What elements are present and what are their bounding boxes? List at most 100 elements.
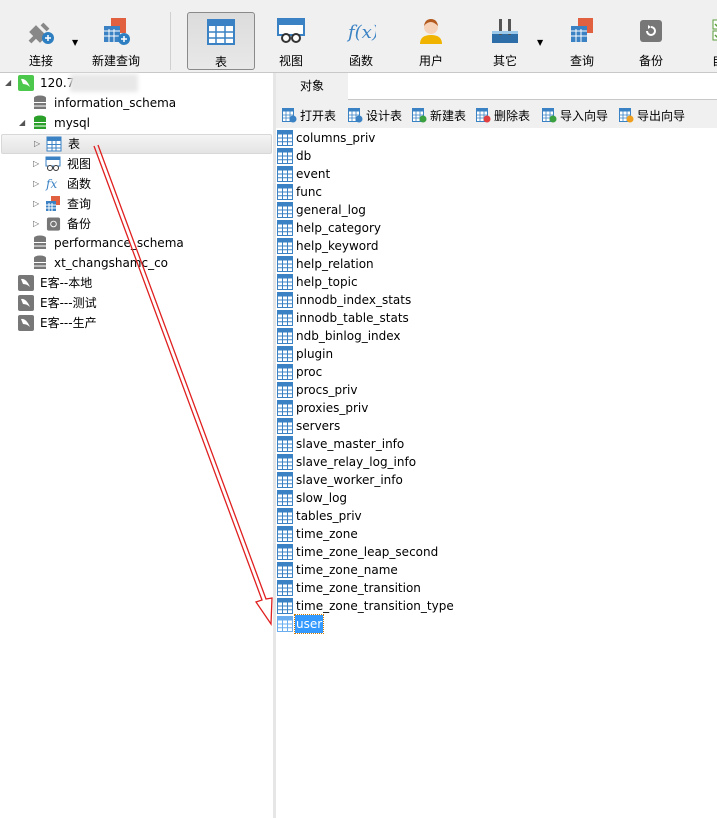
tree-db-mysql[interactable]: ◢ mysql bbox=[0, 113, 273, 133]
other-button[interactable]: 其它 bbox=[471, 12, 539, 70]
toolbar-separator bbox=[170, 12, 171, 70]
table-icon bbox=[277, 382, 293, 398]
table-icon bbox=[277, 490, 293, 506]
tab-objects[interactable]: 对象 bbox=[276, 73, 348, 100]
tree-db-information-schema[interactable]: information_schema bbox=[0, 93, 273, 113]
table-name: tables_priv bbox=[296, 509, 362, 523]
backup-button[interactable]: 备份 bbox=[617, 12, 685, 70]
backup-icon bbox=[640, 20, 662, 42]
collapse-icon[interactable]: ◢ bbox=[19, 113, 25, 133]
view-icon bbox=[277, 18, 305, 43]
database-icon bbox=[34, 95, 46, 109]
tools-icon bbox=[492, 19, 518, 43]
table-name: time_zone bbox=[296, 527, 358, 541]
table-icon bbox=[277, 526, 293, 542]
database-icon bbox=[34, 255, 46, 269]
table-icon bbox=[277, 436, 293, 452]
table-icon bbox=[277, 598, 293, 614]
import-wizard-button[interactable]: 导入向导 bbox=[540, 107, 608, 125]
tab-area bbox=[348, 73, 717, 99]
tree-item-tables[interactable]: ▷ 表 bbox=[1, 134, 272, 154]
tree-item-views[interactable]: ▷ 视图 bbox=[0, 154, 273, 174]
table-icon bbox=[277, 238, 293, 254]
connect-dropdown-arrow[interactable]: ▼ bbox=[72, 38, 78, 47]
table-icon bbox=[277, 256, 293, 272]
table-name: slave_worker_info bbox=[296, 473, 403, 487]
expand-icon[interactable]: ▷ bbox=[33, 154, 39, 174]
expand-icon[interactable]: ▷ bbox=[33, 214, 39, 234]
tab-bar: 对象 bbox=[276, 73, 717, 100]
table-name: ndb_binlog_index bbox=[296, 329, 401, 343]
table-icon bbox=[277, 508, 293, 524]
tree-item-queries[interactable]: ▷ 查询 bbox=[0, 194, 273, 214]
object-panel: 对象 打开表 设计表 新建表 删除表 导入向导 导出向导 columns_privdb ev… bbox=[276, 73, 717, 818]
action-label: 设计表 bbox=[366, 109, 403, 123]
action-label: 打开表 bbox=[300, 109, 337, 123]
tree-connection-main[interactable]: ◢ 120.7 bbox=[0, 73, 273, 93]
connect-button[interactable]: 连接 bbox=[7, 12, 75, 70]
table-name: proc bbox=[296, 365, 323, 379]
function-button[interactable]: f(x) 函数 bbox=[327, 12, 395, 70]
table-name: time_zone_transition_type bbox=[296, 599, 454, 613]
table-icon bbox=[277, 562, 293, 578]
table-icon bbox=[277, 220, 293, 236]
tree-connection-production[interactable]: E客---生产 bbox=[0, 313, 273, 333]
new-query-button[interactable]: 新建查询 bbox=[82, 12, 150, 70]
tree-connection-local[interactable]: E客--本地 bbox=[0, 273, 273, 293]
view-button[interactable]: 视图 bbox=[257, 12, 325, 70]
query-icon bbox=[46, 196, 60, 211]
table-button[interactable]: 表 bbox=[187, 12, 255, 70]
table-icon bbox=[277, 202, 293, 218]
user-button[interactable]: 用户 bbox=[397, 12, 465, 70]
tree-item-backups[interactable]: ▷ 备份 bbox=[0, 214, 273, 234]
export-wizard-button[interactable]: 导出向导 bbox=[617, 107, 685, 125]
new-query-icon bbox=[104, 18, 130, 45]
redacted-host bbox=[70, 74, 138, 92]
table-icon bbox=[277, 166, 293, 182]
expand-icon[interactable]: ▷ bbox=[33, 174, 39, 194]
table-icon bbox=[277, 130, 293, 146]
mysql-connection-icon bbox=[18, 295, 34, 311]
query-icon bbox=[571, 18, 593, 42]
design-table-button[interactable]: 设计表 bbox=[346, 107, 402, 125]
table-name: help_relation bbox=[296, 257, 374, 271]
new-table-button[interactable]: 新建表 bbox=[410, 107, 466, 125]
table-name: func bbox=[296, 185, 323, 199]
svg-text:f(x): f(x) bbox=[346, 22, 376, 43]
connection-tree[interactable]: ◢ 120.7 information_schema ◢ mysql ▷ 表 ▷… bbox=[0, 73, 273, 818]
tree-db-xt-changshamc-co[interactable]: xt_changshamc_co bbox=[0, 253, 273, 273]
function-icon: f(x) bbox=[346, 22, 376, 43]
automation-button[interactable]: 自动 bbox=[690, 12, 717, 70]
table-name: innodb_index_stats bbox=[296, 293, 412, 307]
tree-db-performance-schema[interactable]: performance_schema bbox=[0, 233, 273, 253]
query-button[interactable]: 查询 bbox=[548, 12, 616, 70]
user-icon bbox=[420, 19, 442, 44]
table-icon bbox=[277, 148, 293, 164]
other-dropdown-arrow[interactable]: ▼ bbox=[537, 38, 543, 47]
table-icon bbox=[277, 400, 293, 416]
collapse-icon[interactable]: ◢ bbox=[5, 73, 11, 93]
tree-connection-test[interactable]: E客---测试 bbox=[0, 293, 273, 313]
view-icon bbox=[45, 156, 61, 171]
table-name: db bbox=[296, 149, 312, 163]
automation-icon bbox=[712, 19, 717, 41]
expand-icon[interactable]: ▷ bbox=[33, 194, 39, 214]
delete-table-button[interactable]: 删除表 bbox=[474, 107, 530, 125]
table-name: help_keyword bbox=[296, 239, 379, 253]
table-icon bbox=[277, 274, 293, 290]
table-name: event bbox=[296, 167, 331, 181]
table-name: innodb_table_stats bbox=[296, 311, 409, 325]
function-icon: fx bbox=[46, 177, 58, 191]
table-name: columns_priv bbox=[296, 131, 376, 145]
table-icon bbox=[277, 418, 293, 434]
table-icon bbox=[277, 580, 293, 596]
action-label: 新建表 bbox=[430, 109, 467, 123]
table-icon bbox=[277, 328, 293, 344]
table-name: slave_master_info bbox=[296, 437, 405, 451]
table-name: slave_relay_log_info bbox=[296, 455, 417, 469]
expand-icon[interactable]: ▷ bbox=[34, 134, 40, 154]
tree-item-functions[interactable]: ▷ fx 函数 bbox=[0, 174, 273, 194]
open-table-button[interactable]: 打开表 bbox=[280, 107, 336, 125]
table-name: time_zone_leap_second bbox=[296, 545, 439, 559]
table-icon bbox=[207, 19, 235, 45]
